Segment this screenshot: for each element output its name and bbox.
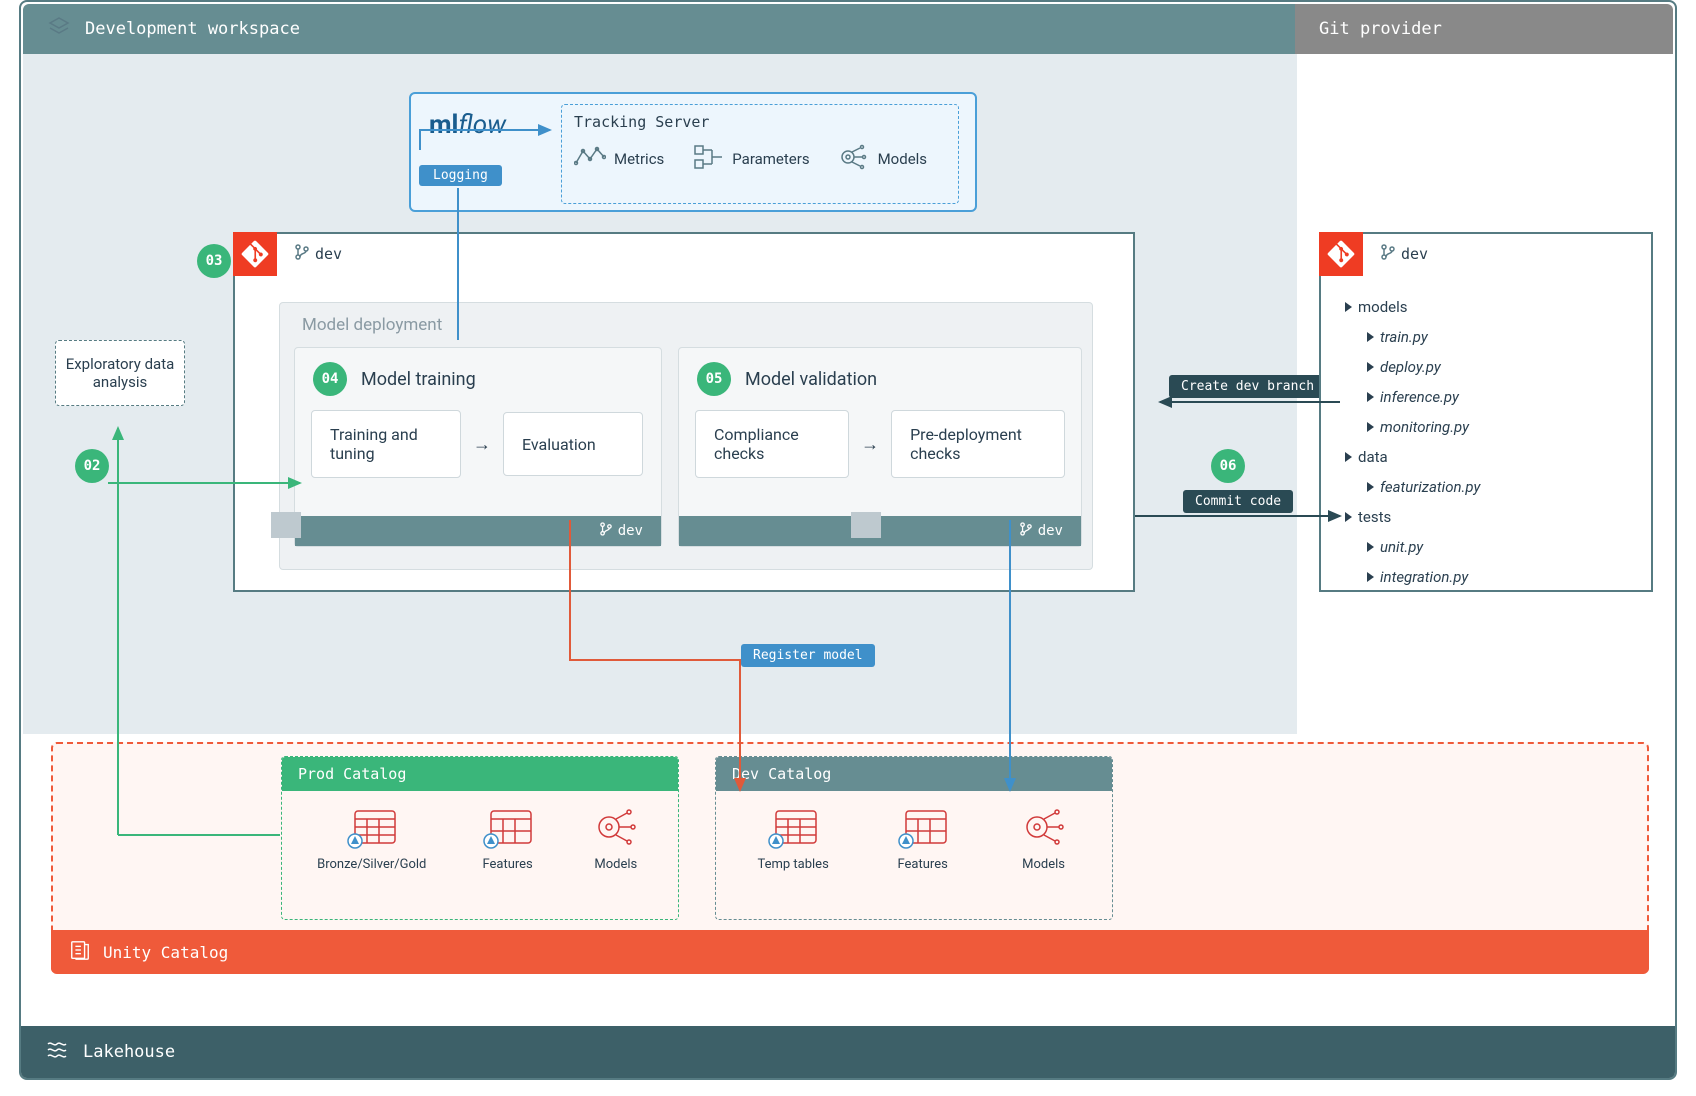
step-05-badge: 05 bbox=[697, 362, 731, 396]
model-training-card: 04 Model training Training and tuning → … bbox=[294, 347, 662, 547]
tracking-models: Models bbox=[838, 143, 927, 175]
model-validation-title: Model validation bbox=[745, 369, 877, 390]
dev-catalog: Dev Catalog Temp tables Features Models bbox=[715, 756, 1113, 920]
tracking-metrics: Metrics bbox=[574, 143, 664, 175]
prod-features-item: Features bbox=[481, 805, 535, 872]
models-icon bbox=[838, 143, 870, 175]
step-06-badge: 06 bbox=[1211, 449, 1245, 483]
lakehouse-container: Development workspace Git provider mlflo… bbox=[19, 0, 1677, 1080]
logging-badge: Logging bbox=[419, 165, 502, 186]
evaluation-card: Evaluation bbox=[503, 412, 643, 476]
mlflow-box: mlflow Tracking Server Metrics Parameter… bbox=[409, 92, 977, 212]
mlflow-logo: mlflow bbox=[429, 110, 506, 140]
dev-catalog-title: Dev Catalog bbox=[716, 757, 1112, 791]
prod-catalog-title: Prod Catalog bbox=[282, 757, 678, 791]
table-icon bbox=[766, 805, 820, 849]
features-icon bbox=[481, 805, 535, 849]
dev-tables-item: Temp tables bbox=[757, 805, 828, 872]
register-model-label: Register model bbox=[741, 644, 875, 667]
step-02-badge: 02 bbox=[75, 449, 109, 483]
tracking-server-title: Tracking Server bbox=[574, 113, 946, 131]
git-tree-box: dev models train.py deploy.py inference.… bbox=[1319, 232, 1653, 592]
models-icon bbox=[1017, 805, 1071, 849]
lakehouse-icon bbox=[45, 1038, 69, 1066]
dev-workspace-header: Development workspace bbox=[23, 4, 1297, 54]
dev-workspace-label: Development workspace bbox=[85, 19, 300, 39]
model-deployment-stack: Model deployment 04 Model training Train… bbox=[279, 302, 1093, 570]
table-icon bbox=[345, 805, 399, 849]
file-tree: models train.py deploy.py inference.py m… bbox=[1345, 292, 1480, 592]
stack-shadow bbox=[851, 512, 881, 538]
stack-icon bbox=[47, 15, 71, 43]
create-branch-label: Create dev branch bbox=[1169, 375, 1326, 398]
stack-title: Model deployment bbox=[302, 315, 442, 335]
tracking-server-box: Tracking Server Metrics Parameters Model… bbox=[561, 104, 959, 204]
parameters-icon bbox=[692, 143, 724, 175]
step-03-badge: 03 bbox=[197, 244, 231, 278]
git-icon bbox=[233, 232, 277, 276]
branch-icon bbox=[1020, 522, 1032, 540]
tree-branch-chip: dev bbox=[1381, 244, 1428, 264]
training-footer: dev bbox=[295, 516, 661, 546]
metrics-icon bbox=[574, 143, 606, 175]
model-training-title: Model training bbox=[361, 369, 476, 390]
dev-models-item: Models bbox=[1017, 805, 1071, 872]
catalog-icon bbox=[69, 939, 91, 965]
git-icon bbox=[1319, 232, 1363, 276]
branch-icon bbox=[600, 522, 612, 540]
prod-tables-item: Bronze/Silver/Gold bbox=[317, 805, 426, 872]
tracking-parameters: Parameters bbox=[692, 143, 809, 175]
predeployment-checks-card: Pre-deployment checks bbox=[891, 410, 1065, 478]
main-dev-box: dev . . . Model deployment 04 Model trai… bbox=[233, 232, 1135, 592]
dev-features-item: Features bbox=[896, 805, 950, 872]
training-tuning-card: Training and tuning bbox=[311, 410, 461, 478]
arrow-icon: → bbox=[473, 434, 491, 455]
lakehouse-bar: Lakehouse bbox=[21, 1026, 1675, 1078]
commit-code-label: Commit code bbox=[1183, 490, 1293, 513]
unity-catalog-container: Prod Catalog Bronze/Silver/Gold Features… bbox=[51, 742, 1649, 974]
git-provider-label: Git provider bbox=[1319, 19, 1442, 39]
step-04-badge: 04 bbox=[313, 362, 347, 396]
unity-catalog-bar: Unity Catalog bbox=[51, 930, 1649, 974]
git-provider-header: Git provider bbox=[1295, 4, 1673, 54]
main-branch-chip: dev bbox=[295, 244, 342, 264]
features-icon bbox=[896, 805, 950, 849]
branch-icon bbox=[1381, 244, 1395, 264]
compliance-checks-card: Compliance checks bbox=[695, 410, 849, 478]
arrow-icon: → bbox=[861, 434, 879, 455]
prod-catalog: Prod Catalog Bronze/Silver/Gold Features… bbox=[281, 756, 679, 920]
eda-box: Exploratory data analysis bbox=[55, 340, 185, 406]
branch-icon bbox=[295, 244, 309, 264]
models-icon bbox=[589, 805, 643, 849]
stack-shadow bbox=[271, 512, 301, 538]
prod-models-item: Models bbox=[589, 805, 643, 872]
